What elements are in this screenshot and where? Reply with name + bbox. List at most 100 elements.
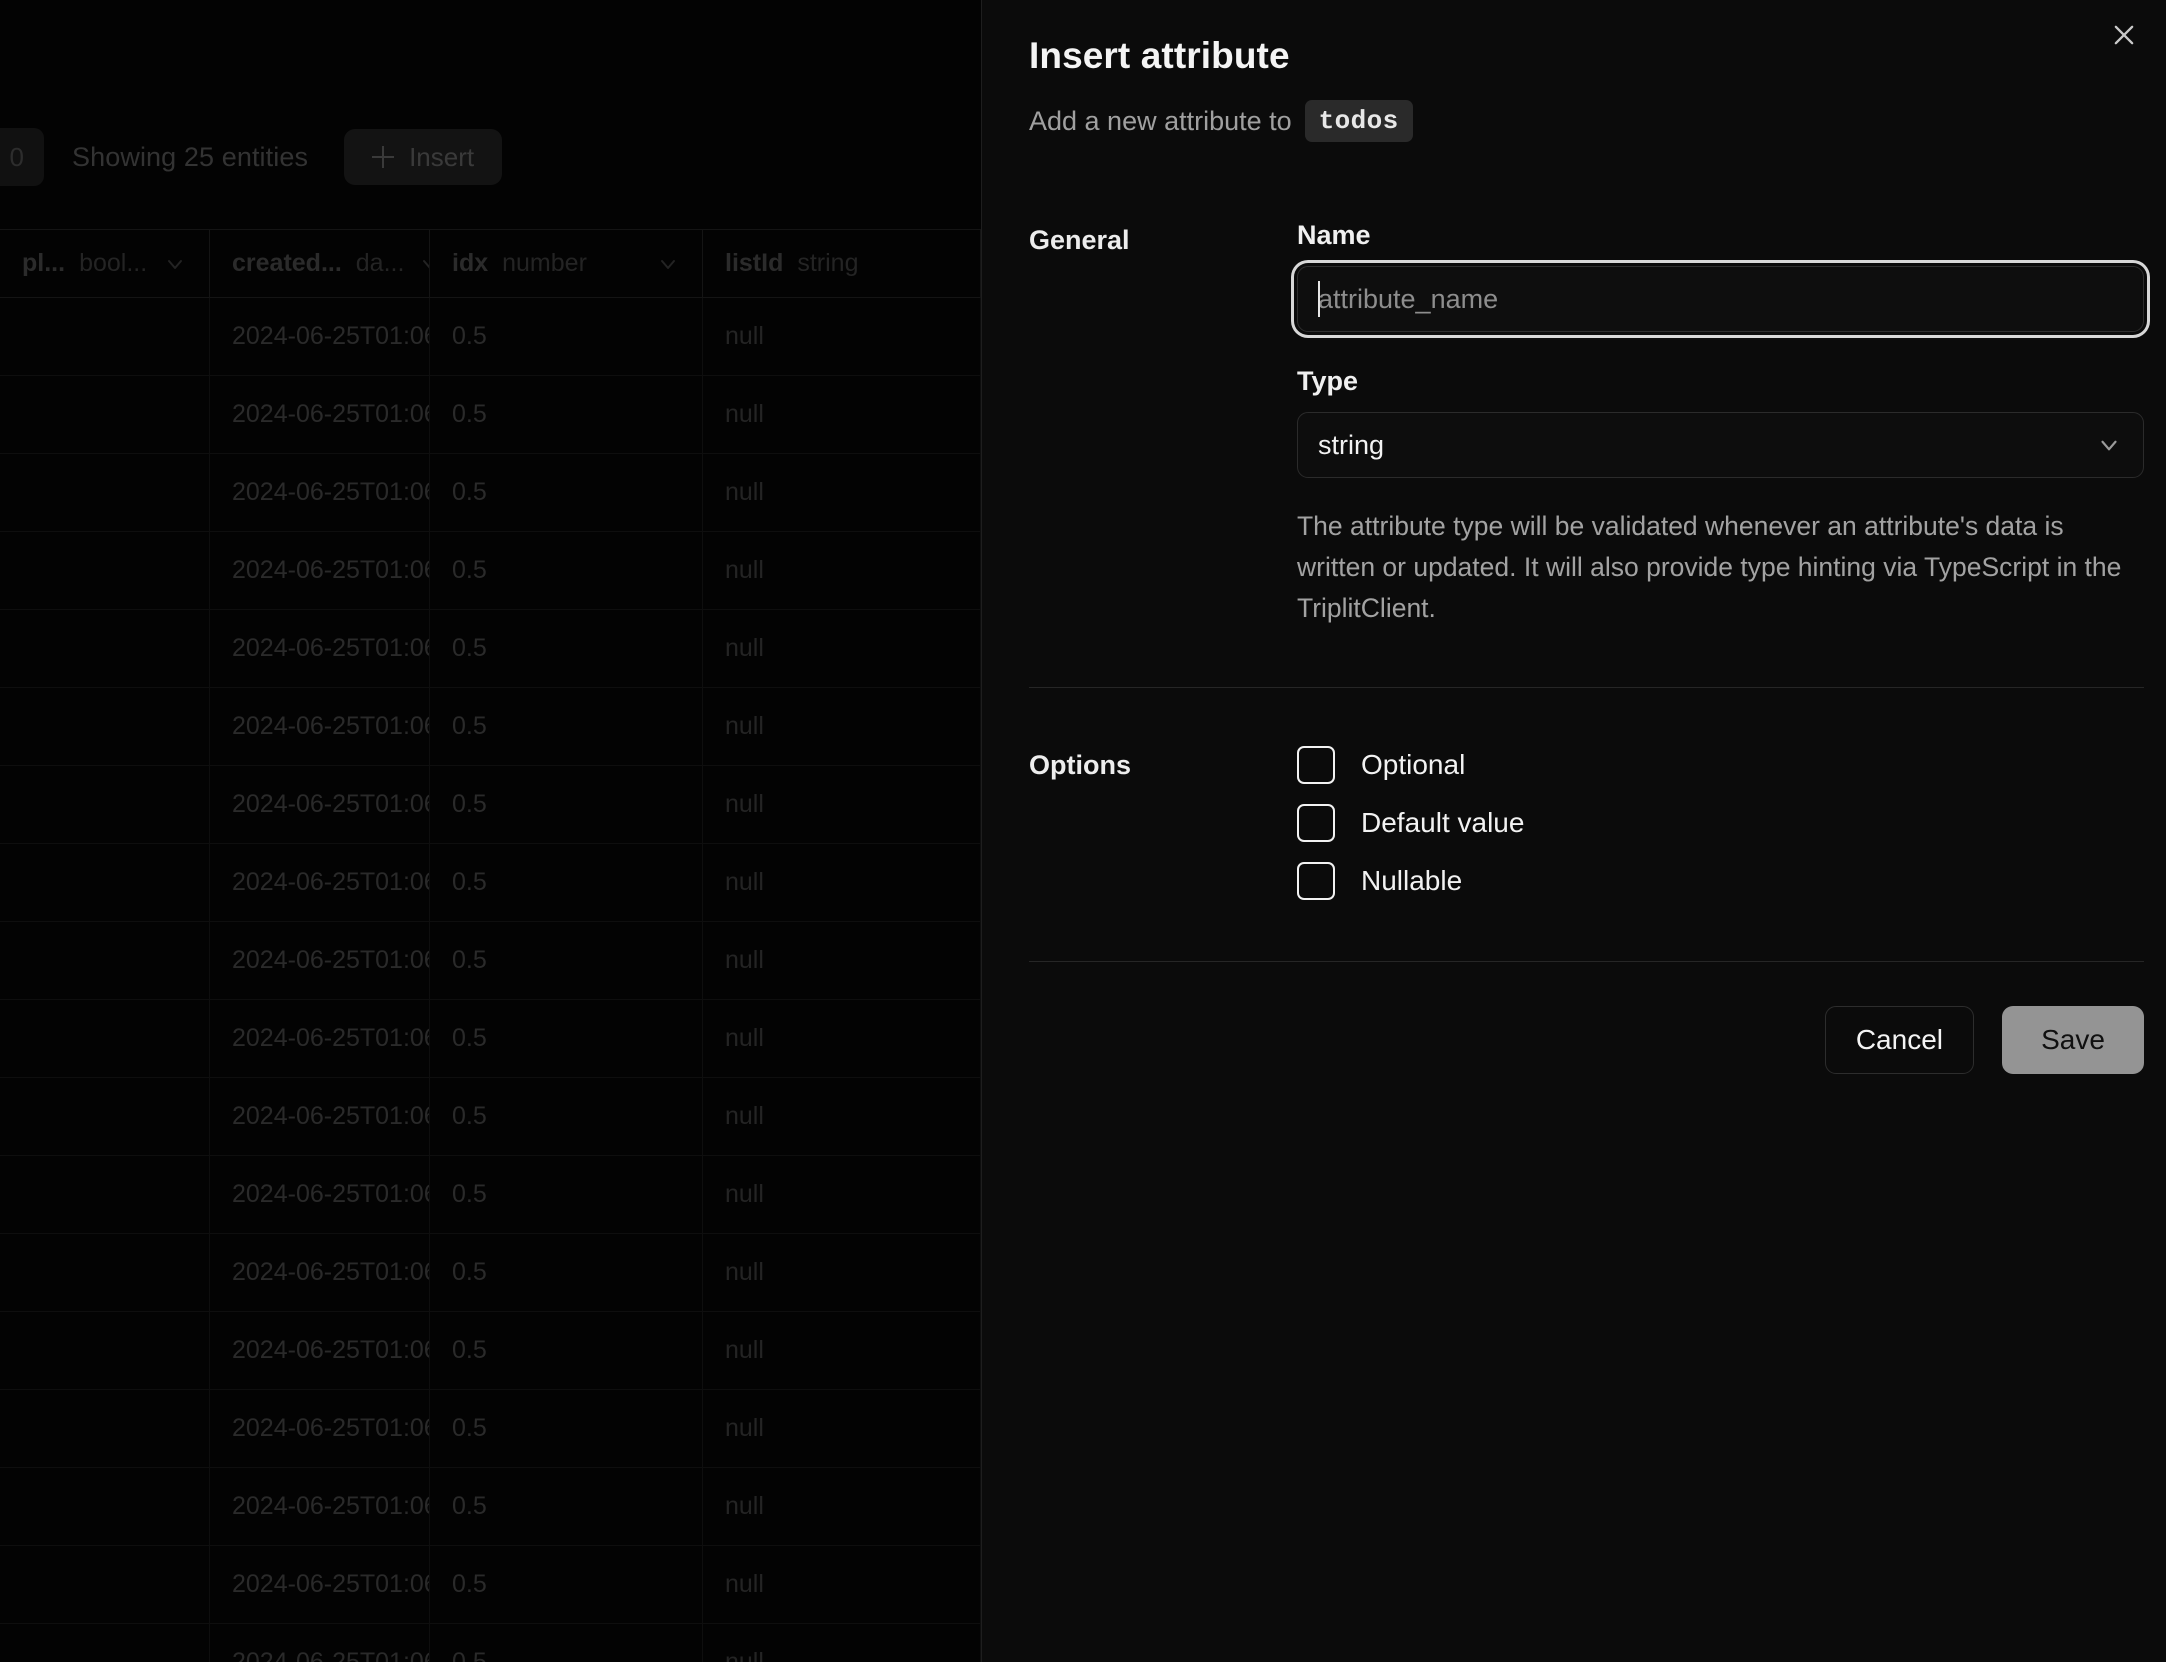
table-cell[interactable] bbox=[0, 532, 210, 609]
table-cell[interactable]: null bbox=[703, 1234, 981, 1311]
table-row[interactable]: 2024-06-25T01:06...0.5null bbox=[0, 1234, 981, 1312]
table-cell[interactable]: 2024-06-25T01:06... bbox=[210, 1312, 430, 1389]
table-cell[interactable] bbox=[0, 1000, 210, 1077]
table-cell[interactable] bbox=[0, 610, 210, 687]
option-checkbox-row[interactable]: Optional bbox=[1297, 745, 2144, 785]
table-cell[interactable] bbox=[0, 1468, 210, 1545]
insert-row-button[interactable]: Insert bbox=[344, 129, 503, 185]
table-cell[interactable]: null bbox=[703, 766, 981, 843]
table-cell[interactable] bbox=[0, 922, 210, 999]
table-cell[interactable] bbox=[0, 1234, 210, 1311]
table-cell[interactable]: 0.5 bbox=[430, 376, 703, 453]
option-checkbox-row[interactable]: Default value bbox=[1297, 803, 2144, 843]
table-cell[interactable]: 0.5 bbox=[430, 1390, 703, 1467]
table-cell[interactable]: 0.5 bbox=[430, 688, 703, 765]
table-cell[interactable] bbox=[0, 1390, 210, 1467]
table-cell[interactable] bbox=[0, 688, 210, 765]
table-cell[interactable]: 2024-06-25T01:06... bbox=[210, 922, 430, 999]
table-cell[interactable]: 0.5 bbox=[430, 766, 703, 843]
grid-column-header[interactable]: listId string bbox=[703, 230, 981, 297]
table-row[interactable]: 2024-06-25T01:06...0.5null bbox=[0, 1312, 981, 1390]
table-row[interactable]: 2024-06-25T01:06...0.5null bbox=[0, 376, 981, 454]
table-cell[interactable] bbox=[0, 376, 210, 453]
table-cell[interactable]: 2024-06-25T01:06... bbox=[210, 1000, 430, 1077]
table-cell[interactable]: null bbox=[703, 454, 981, 531]
table-row[interactable]: 2024-06-25T01:06...0.5null bbox=[0, 844, 981, 922]
table-cell[interactable]: null bbox=[703, 1156, 981, 1233]
option-checkbox-row[interactable]: Nullable bbox=[1297, 861, 2144, 901]
table-row[interactable]: 2024-06-25T01:06...0.5null bbox=[0, 532, 981, 610]
table-cell[interactable]: 0.5 bbox=[430, 1546, 703, 1623]
table-cell[interactable]: 0.5 bbox=[430, 922, 703, 999]
table-row[interactable]: 2024-06-25T01:06...0.5null bbox=[0, 766, 981, 844]
table-row[interactable]: 2024-06-25T01:06...0.5null bbox=[0, 1390, 981, 1468]
table-cell[interactable]: 2024-06-25T01:06... bbox=[210, 376, 430, 453]
table-cell[interactable]: 0.5 bbox=[430, 844, 703, 921]
table-row[interactable]: 2024-06-25T01:06...0.5null bbox=[0, 922, 981, 1000]
cancel-button[interactable]: Cancel bbox=[1824, 1006, 1974, 1074]
entity-count-chip[interactable]: 0 bbox=[0, 128, 44, 186]
chevron-down-icon[interactable] bbox=[656, 252, 680, 276]
table-row[interactable]: 2024-06-25T01:06...0.5null bbox=[0, 1156, 981, 1234]
checkbox[interactable] bbox=[1297, 804, 1335, 842]
table-cell[interactable]: null bbox=[703, 688, 981, 765]
table-row[interactable]: 2024-06-25T01:06...0.5null bbox=[0, 1624, 981, 1662]
table-cell[interactable]: 2024-06-25T01:06... bbox=[210, 298, 430, 375]
table-cell[interactable]: 0.5 bbox=[430, 454, 703, 531]
table-cell[interactable]: null bbox=[703, 1624, 981, 1662]
table-cell[interactable] bbox=[0, 298, 210, 375]
table-cell[interactable]: null bbox=[703, 1546, 981, 1623]
table-cell[interactable]: 0.5 bbox=[430, 298, 703, 375]
chevron-down-icon[interactable] bbox=[418, 252, 429, 276]
table-cell[interactable] bbox=[0, 1078, 210, 1155]
table-row[interactable]: 2024-06-25T01:06...0.5null bbox=[0, 610, 981, 688]
table-cell[interactable]: 2024-06-25T01:06... bbox=[210, 766, 430, 843]
save-button[interactable]: Save bbox=[2002, 1006, 2144, 1074]
attribute-name-input[interactable] bbox=[1297, 266, 2144, 332]
table-cell[interactable]: 2024-06-25T01:06... bbox=[210, 844, 430, 921]
table-cell[interactable]: 0.5 bbox=[430, 532, 703, 609]
table-cell[interactable]: 0.5 bbox=[430, 1234, 703, 1311]
table-cell[interactable]: 0.5 bbox=[430, 1078, 703, 1155]
table-cell[interactable] bbox=[0, 1156, 210, 1233]
table-cell[interactable]: null bbox=[703, 298, 981, 375]
grid-column-header[interactable]: pl... bool... bbox=[0, 230, 210, 297]
checkbox[interactable] bbox=[1297, 862, 1335, 900]
chevron-down-icon[interactable] bbox=[163, 252, 187, 276]
table-cell[interactable]: null bbox=[703, 610, 981, 687]
table-cell[interactable]: 2024-06-25T01:06... bbox=[210, 1234, 430, 1311]
table-cell[interactable]: null bbox=[703, 1390, 981, 1467]
table-cell[interactable]: null bbox=[703, 1468, 981, 1545]
table-cell[interactable]: null bbox=[703, 1078, 981, 1155]
table-row[interactable]: 2024-06-25T01:06...0.5null bbox=[0, 298, 981, 376]
table-cell[interactable] bbox=[0, 766, 210, 843]
table-cell[interactable]: null bbox=[703, 844, 981, 921]
table-cell[interactable]: 0.5 bbox=[430, 1000, 703, 1077]
table-row[interactable]: 2024-06-25T01:06...0.5null bbox=[0, 454, 981, 532]
table-cell[interactable]: 2024-06-25T01:06... bbox=[210, 1546, 430, 1623]
attribute-type-select[interactable]: stringnumberbooleandatesetrecord bbox=[1297, 412, 2144, 478]
table-cell[interactable]: 2024-06-25T01:06... bbox=[210, 1156, 430, 1233]
table-cell[interactable]: null bbox=[703, 1312, 981, 1389]
table-row[interactable]: 2024-06-25T01:06...0.5null bbox=[0, 1546, 981, 1624]
table-cell[interactable] bbox=[0, 1624, 210, 1662]
table-cell[interactable]: 2024-06-25T01:06... bbox=[210, 1468, 430, 1545]
table-cell[interactable]: 0.5 bbox=[430, 1624, 703, 1662]
table-cell[interactable]: 2024-06-25T01:06... bbox=[210, 454, 430, 531]
table-cell[interactable] bbox=[0, 1546, 210, 1623]
table-cell[interactable]: null bbox=[703, 376, 981, 453]
grid-column-header[interactable]: created... da... bbox=[210, 230, 430, 297]
table-cell[interactable]: 0.5 bbox=[430, 1156, 703, 1233]
table-cell[interactable] bbox=[0, 454, 210, 531]
table-cell[interactable]: 2024-06-25T01:06... bbox=[210, 1624, 430, 1662]
table-row[interactable]: 2024-06-25T01:06...0.5null bbox=[0, 1468, 981, 1546]
table-cell[interactable]: null bbox=[703, 1000, 981, 1077]
table-cell[interactable]: 2024-06-25T01:06... bbox=[210, 610, 430, 687]
table-cell[interactable]: 2024-06-25T01:06... bbox=[210, 1390, 430, 1467]
grid-column-header[interactable]: idx number bbox=[430, 230, 703, 297]
table-cell[interactable]: 0.5 bbox=[430, 1468, 703, 1545]
table-cell[interactable]: 0.5 bbox=[430, 1312, 703, 1389]
checkbox[interactable] bbox=[1297, 746, 1335, 784]
table-row[interactable]: 2024-06-25T01:06...0.5null bbox=[0, 1000, 981, 1078]
table-cell[interactable]: null bbox=[703, 532, 981, 609]
